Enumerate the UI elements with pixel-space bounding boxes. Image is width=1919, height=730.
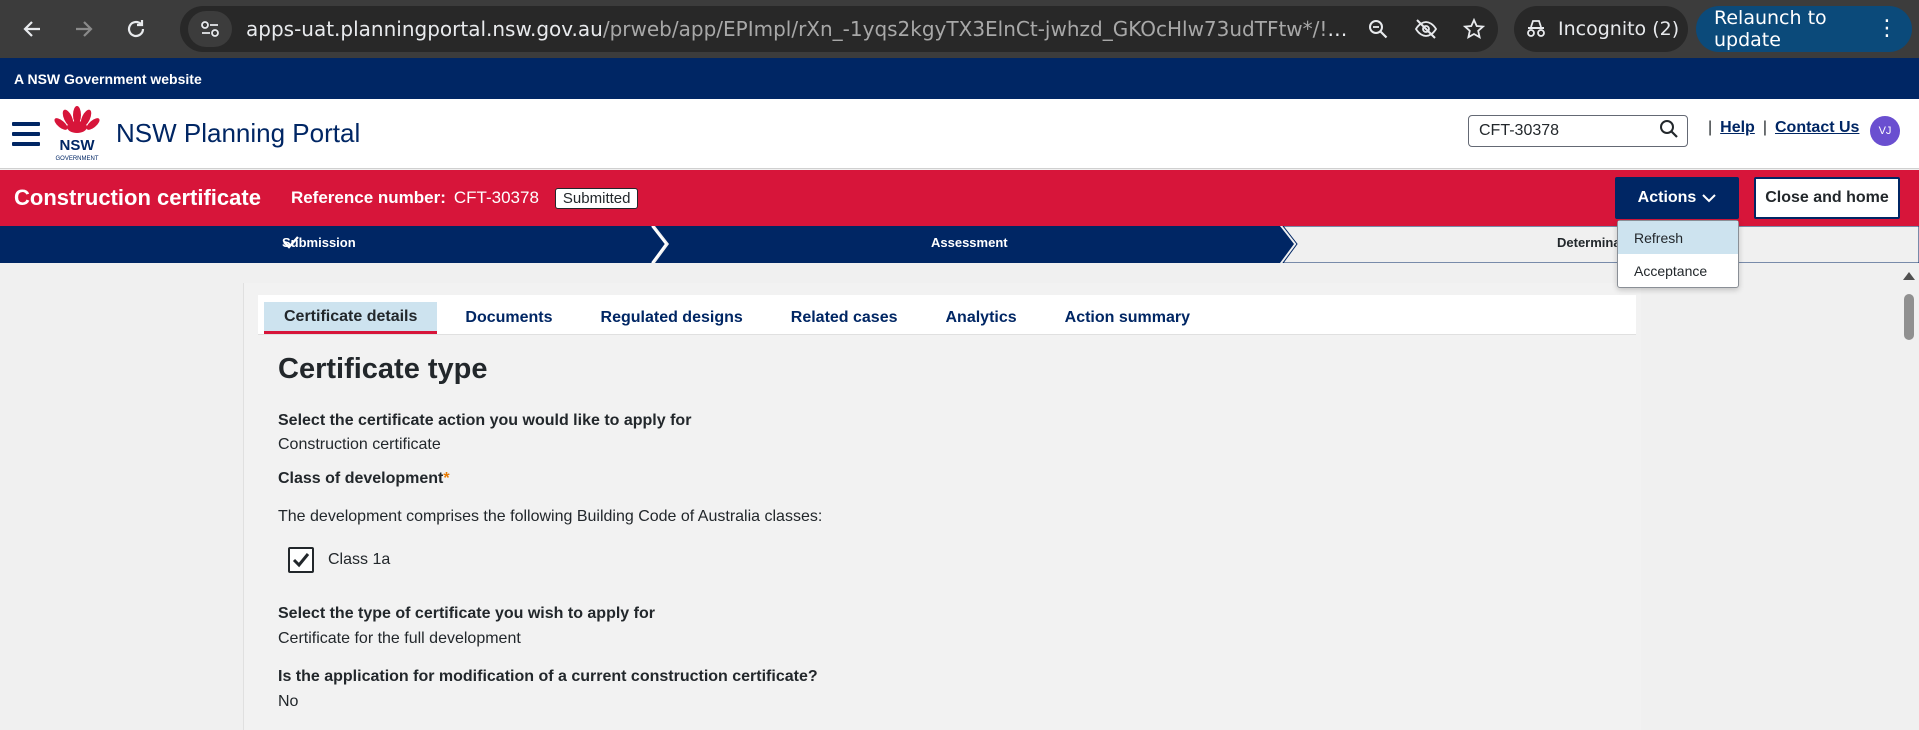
address-bar[interactable]: apps-uat.planningportal.nsw.gov.au/prweb… <box>180 6 1498 52</box>
tab-analytics[interactable]: Analytics <box>926 302 1037 334</box>
class-checkbox-row: Class 1a <box>288 547 390 573</box>
class-1a-checkbox[interactable] <box>288 547 314 573</box>
tab-bar: Certificate details Documents Regulated … <box>258 295 1636 335</box>
relaunch-button[interactable]: Relaunch to update ⋮ <box>1696 6 1912 52</box>
tab-action-summary[interactable]: Action summary <box>1045 302 1210 334</box>
site-header: NSW GOVERNMENT NSW Planning Portal CFT-3… <box>0 99 1919 169</box>
search-input-value: CFT-30378 <box>1479 122 1560 139</box>
divider: | <box>1708 119 1713 136</box>
required-indicator: * <box>443 470 450 487</box>
scroll-up-icon[interactable] <box>1903 272 1915 280</box>
page-scrollbar[interactable] <box>1899 268 1919 730</box>
actions-dropdown-menu: Refresh Acceptance <box>1617 220 1739 288</box>
gov-banner-text: A NSW Government website <box>14 70 202 87</box>
bookmark-star-icon[interactable] <box>1450 9 1498 49</box>
tracking-protection-icon[interactable] <box>1402 9 1450 49</box>
case-header-bar: Construction certificate Reference numbe… <box>0 170 1919 226</box>
menu-item-acceptance[interactable]: Acceptance <box>1618 254 1738 287</box>
stage-determination: Determina <box>1557 235 1621 250</box>
menu-item-refresh[interactable]: Refresh <box>1618 221 1738 254</box>
incognito-label: Incognito (2) <box>1558 18 1680 40</box>
bca-classes-text: The development comprises the following … <box>278 508 823 525</box>
back-icon[interactable] <box>12 9 52 49</box>
checkmark-icon <box>292 553 310 568</box>
close-and-home-button[interactable]: Close and home <box>1754 177 1900 219</box>
tab-certificate-details[interactable]: Certificate details <box>264 302 438 334</box>
stage-label: Determina <box>1557 235 1621 250</box>
certificate-type-label: Select the type of certificate you wish … <box>278 605 655 622</box>
certificate-type-value: Certificate for the full development <box>278 630 521 647</box>
stage-assessment: Assessment <box>931 235 1008 250</box>
modification-question-label: Is the application for modification of a… <box>278 668 818 685</box>
tab-related-cases[interactable]: Related cases <box>771 302 918 334</box>
reference-value: CFT-30378 <box>453 188 539 207</box>
contact-us-link[interactable]: Contact Us <box>1775 119 1859 137</box>
zoom-icon[interactable] <box>1354 9 1402 49</box>
url-path: /prweb/app/EPImpl/rXn_-1yqs2kgyTX3ElnCt-… <box>602 17 1354 41</box>
reference-label: Reference number: <box>290 188 446 207</box>
case-title: Construction certificate <box>14 185 261 210</box>
url-host: apps-uat.planningportal.nsw.gov.au <box>246 17 603 41</box>
modification-question-value: No <box>278 693 299 710</box>
avatar[interactable]: VJ <box>1870 116 1900 146</box>
tab-documents[interactable]: Documents <box>445 302 572 334</box>
status-badge: Submitted <box>554 187 639 209</box>
url-text[interactable]: apps-uat.planningportal.nsw.gov.au/prweb… <box>246 17 1354 41</box>
class-1a-label: Class 1a <box>328 551 391 568</box>
more-menu-icon[interactable]: ⋮ <box>1876 18 1898 40</box>
certificate-action-value: Construction certificate <box>278 436 441 453</box>
section-heading: Certificate type <box>278 353 488 385</box>
stage-label: Assessment <box>931 235 1008 250</box>
logo-subtext: GOVERNMENT <box>55 156 98 162</box>
class-of-development-label: Class of development* <box>278 470 450 488</box>
nsw-logo[interactable]: NSW GOVERNMENT <box>50 105 104 163</box>
scrollbar-thumb[interactable] <box>1904 294 1914 340</box>
logo-text: NSW <box>60 137 96 154</box>
actions-label: Actions <box>1637 189 1697 206</box>
class-of-development-text: Class of development <box>278 470 444 487</box>
chevron-down-icon <box>1702 194 1717 203</box>
certificate-details-section: Certificate details Documents Regulated … <box>258 295 1636 730</box>
incognito-indicator[interactable]: Incognito (2) <box>1514 6 1688 52</box>
search-icon[interactable] <box>1659 119 1679 144</box>
menu-icon[interactable] <box>12 121 40 146</box>
tab-regulated-designs[interactable]: Regulated designs <box>581 302 763 334</box>
certificate-action-label: Select the certificate action you would … <box>278 412 692 429</box>
actions-button[interactable]: Actions <box>1615 177 1739 219</box>
help-link[interactable]: Help <box>1720 119 1755 137</box>
stage-submission: Submission <box>282 235 356 250</box>
divider: | <box>1762 119 1767 136</box>
reload-icon[interactable] <box>116 9 156 49</box>
portal-title[interactable]: NSW Planning Portal <box>116 118 360 149</box>
content-panel: Certificate details Documents Regulated … <box>243 283 1641 730</box>
forward-icon[interactable] <box>64 9 104 49</box>
site-info-icon[interactable] <box>188 11 232 47</box>
checkmark-icon <box>283 236 299 249</box>
gov-banner: A NSW Government website <box>0 58 1919 99</box>
header-links: | Help | Contact Us <box>1700 119 1859 137</box>
incognito-icon <box>1514 19 1558 39</box>
relaunch-label: Relaunch to update <box>1714 7 1827 51</box>
case-search-input[interactable]: CFT-30378 <box>1468 115 1688 147</box>
